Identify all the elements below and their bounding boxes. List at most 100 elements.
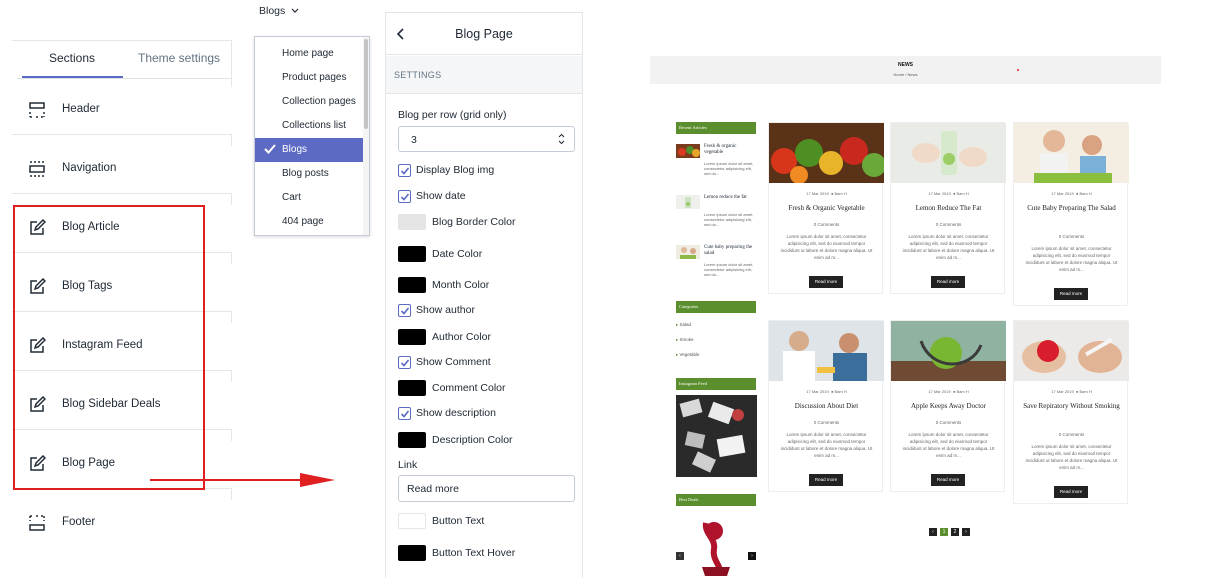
dropdown-option[interactable]: Collection pages: [255, 90, 363, 114]
banner-dot: [1017, 69, 1019, 71]
section-label: Blog Page: [62, 457, 116, 469]
section-item-footer[interactable]: Footer: [12, 500, 232, 548]
color-label: Author Color: [432, 331, 491, 343]
category-link[interactable]: Salad: [676, 322, 692, 328]
blog-card[interactable]: 17 Mar 2019 ● Bam H Save Repiratory With…: [1013, 320, 1129, 504]
date-color-swatch[interactable]: [398, 246, 426, 262]
button-text-color-swatch[interactable]: [398, 513, 426, 529]
section-item-blog-tags[interactable]: Blog Tags: [12, 264, 232, 312]
blog-card-title[interactable]: Lemon Reduce The Fat: [897, 203, 1000, 213]
description-color-swatch[interactable]: [398, 432, 426, 448]
breadcrumb: Home / News: [893, 72, 918, 77]
blog-card-meta: 17 Mar 2019 ● Bam H: [1051, 389, 1092, 394]
instagram-feed-image[interactable]: [676, 395, 757, 477]
dropdown-scrollbar[interactable]: [363, 37, 369, 235]
recent-article[interactable]: Cute baby preparing the salad Lorem ipsu…: [676, 245, 758, 285]
category-link[interactable]: Vegetable: [676, 352, 700, 358]
scrollbar-thumb[interactable]: [364, 39, 368, 129]
sidebar-heading-text: Best Deals: [679, 497, 699, 502]
show-author-checkbox[interactable]: [398, 304, 411, 317]
blog-card-image: [1014, 321, 1129, 381]
show-description-checkbox[interactable]: [398, 407, 411, 420]
show-date-checkbox[interactable]: [398, 190, 411, 203]
author-color-swatch[interactable]: [398, 329, 426, 345]
show-comment-checkbox[interactable]: [398, 356, 411, 369]
dropdown-option[interactable]: Cart: [255, 186, 363, 210]
checkbox-label: Show author: [416, 304, 475, 316]
blog-card-title[interactable]: Apple Keeps Away Doctor: [897, 401, 1000, 411]
recent-article[interactable]: Fresh & organic vegetable Lorem ipsum do…: [676, 144, 758, 184]
blog-card-title[interactable]: Discussion About Diet: [775, 401, 878, 411]
read-more-button[interactable]: Read more: [1054, 288, 1088, 300]
blog-card-comments: 0 Comments: [813, 222, 840, 227]
color-label: Comment Color: [432, 382, 506, 394]
edit-icon: [30, 396, 46, 412]
display-blog-img-checkbox[interactable]: [398, 164, 411, 177]
blog-card[interactable]: 17 Mar 2019 ● Bam H Lemon Reduce The Fat…: [890, 122, 1006, 294]
pagination-page[interactable]: 2: [951, 528, 959, 536]
pagination-next[interactable]: ›: [962, 528, 970, 536]
blog-card[interactable]: 17 Mar 2019 ● Bam H Fresh & Organic Vege…: [768, 122, 884, 294]
section-item-blog-article[interactable]: Blog Article: [12, 205, 232, 253]
read-more-button[interactable]: Read more: [931, 276, 965, 288]
blog-border-color-swatch[interactable]: [398, 214, 426, 230]
section-label: Instagram Feed: [62, 339, 143, 351]
dropdown-option[interactable]: 404 page: [255, 210, 363, 234]
footer-section-icon: [29, 515, 45, 531]
deals-next-arrow-icon[interactable]: ›: [748, 552, 756, 560]
blog-card-meta: 17 Mar 2019 ● Bam H: [928, 191, 969, 196]
blog-per-row-label: Blog per row (grid only): [398, 109, 507, 121]
dropdown-option-selected[interactable]: Blogs: [255, 138, 363, 162]
read-more-button[interactable]: Read more: [809, 474, 843, 486]
navigation-section-icon: [29, 161, 45, 177]
blog-per-row-value: 3: [411, 134, 417, 146]
category-link[interactable]: Smoke: [676, 337, 694, 343]
dropdown-option[interactable]: Collections list: [255, 114, 363, 138]
read-more-button[interactable]: Read more: [809, 276, 843, 288]
link-text-input[interactable]: Read more: [398, 475, 575, 502]
blog-card[interactable]: 17 Mar 2019 ● Bam H Discussion About Die…: [768, 320, 884, 492]
settings-section-label: SETTINGS: [394, 70, 442, 80]
blog-card-excerpt: Lorem ipsum dolor sit amet, consectetur …: [1025, 444, 1118, 470]
blog-card[interactable]: 17 Mar 2019 ● Bam H Cute Baby Preparing …: [1013, 122, 1129, 306]
dropdown-option[interactable]: Home page: [255, 42, 363, 66]
pagination-page[interactable]: 1: [940, 528, 948, 536]
blog-card-title[interactable]: Cute Baby Preparing The Salad: [1020, 203, 1123, 213]
edit-icon: [30, 455, 46, 471]
page-selector[interactable]: Blogs: [259, 5, 299, 17]
section-item-blog-sidebar-deals[interactable]: Blog Sidebar Deals: [12, 382, 232, 430]
blog-card-title[interactable]: Fresh & Organic Vegetable: [775, 203, 878, 213]
read-more-button[interactable]: Read more: [931, 474, 965, 486]
recent-article[interactable]: Lemon reduce the fat Lorem ipsum dolor s…: [676, 195, 758, 235]
dropdown-option[interactable]: Product pages: [255, 66, 363, 90]
link-label: Link: [398, 459, 418, 471]
read-more-button[interactable]: Read more: [1054, 486, 1088, 498]
color-label: Button Text Hover: [432, 547, 516, 559]
chevron-down-icon: [291, 8, 299, 13]
month-color-swatch[interactable]: [398, 277, 426, 293]
blog-card[interactable]: 17 Mar 2019 ● Bam H Apple Keeps Away Doc…: [890, 320, 1006, 492]
tab-sections[interactable]: Sections: [49, 51, 95, 65]
edit-icon: [30, 219, 46, 235]
comment-color-swatch[interactable]: [398, 380, 426, 396]
section-item-header[interactable]: Header: [12, 87, 232, 135]
sidebar-heading-text: Categories: [679, 304, 699, 309]
blog-card-excerpt: Lorem ipsum dolor sit amet, consectetur …: [780, 432, 873, 458]
color-label: Button Text: [432, 515, 485, 527]
blog-per-row-select[interactable]: 3: [398, 126, 575, 152]
section-item-instagram-feed[interactable]: Instagram Feed: [12, 323, 232, 371]
deals-prev-arrow-icon[interactable]: ‹: [676, 552, 684, 560]
checkmark-icon: [264, 144, 276, 154]
dropdown-option[interactable]: Blog posts: [255, 162, 363, 186]
blog-card-image: [891, 321, 1006, 381]
pagination-prev[interactable]: ‹: [929, 528, 937, 536]
checkbox-label: Show description: [416, 407, 496, 419]
recent-article-title: Cute baby preparing the salad: [704, 245, 753, 256]
section-label: Blog Tags: [62, 280, 113, 292]
tab-theme-settings[interactable]: Theme settings: [138, 51, 220, 65]
blog-card-excerpt: Lorem ipsum dolor sit amet, consectetur …: [902, 432, 995, 458]
button-text-hover-color-swatch[interactable]: [398, 545, 426, 561]
blog-card-title[interactable]: Save Repiratory Without Smoking: [1020, 401, 1123, 411]
sidebar-heading: Recent Articles: [676, 122, 756, 134]
section-item-navigation[interactable]: Navigation: [12, 146, 232, 194]
